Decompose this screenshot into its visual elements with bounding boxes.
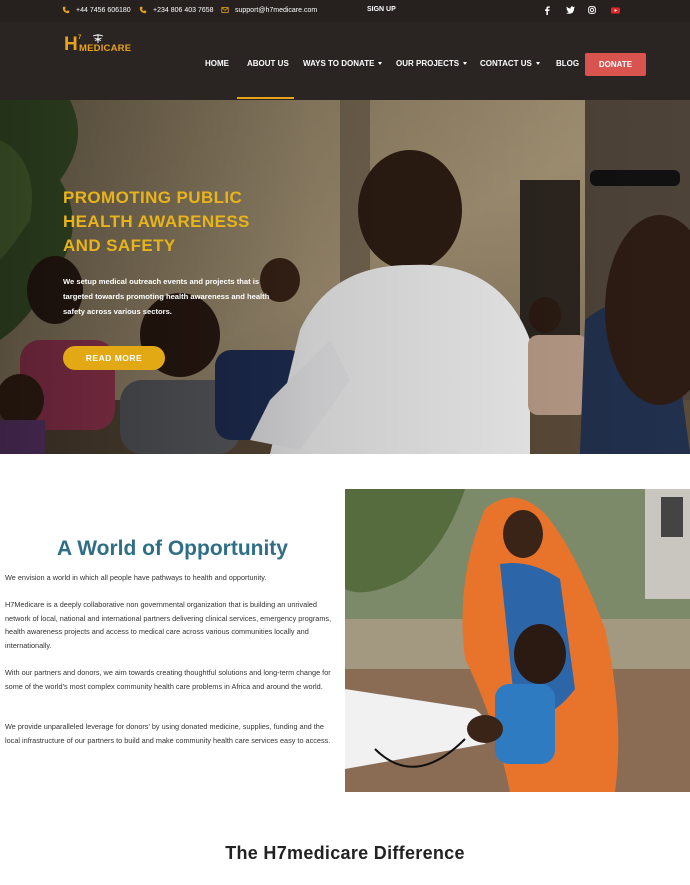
twitter-icon[interactable] — [564, 4, 576, 16]
about-photo — [345, 489, 690, 792]
about-paragraph-4: We provide unparalleled leverage for don… — [5, 722, 331, 745]
instagram-icon[interactable] — [586, 4, 598, 16]
nav-contact-us[interactable]: CONTACT US — [480, 59, 540, 68]
top-contact-bar: +44 7456 606180 +234 806 403 7658 suppor… — [0, 0, 690, 22]
phone-icon — [139, 6, 147, 14]
logo-wordmark: MEDICARE — [79, 43, 132, 54]
hero-description: We setup medical outreach events and pro… — [63, 277, 270, 316]
donate-button[interactable]: DONATE — [585, 53, 646, 76]
nav-blog[interactable]: BLOG — [556, 59, 579, 68]
email-text: support@h7medicare.com — [235, 6, 318, 14]
about-paragraph-3: With our partners and donors, we aim tow… — [5, 668, 331, 691]
nav-donate-ways-label: WAYS TO DONATE — [303, 59, 375, 68]
phone-1-text: +44 7456 606180 — [76, 6, 131, 14]
envelope-icon — [221, 7, 229, 13]
read-more-button[interactable]: READ MORE — [63, 346, 165, 370]
nav-home-label: HOME — [205, 59, 229, 68]
about-paragraph-2: H7Medicare is a deeply collaborative non… — [5, 600, 332, 650]
phone-contact-2[interactable]: +234 806 403 7658 — [139, 6, 214, 14]
nav-contact-label: CONTACT US — [480, 59, 532, 68]
phone-contact-1[interactable]: +44 7456 606180 — [62, 6, 131, 14]
hero-heading: PROMOTING PUBLIC HEALTH AWARENESS AND SA… — [63, 188, 250, 255]
signup-link[interactable]: SIGN UP — [367, 6, 396, 13]
chevron-down-icon — [535, 62, 540, 66]
nav-about-us[interactable]: ABOUT US — [247, 59, 289, 68]
site-logo[interactable]: H 7 MEDICARE — [64, 34, 132, 56]
youtube-icon[interactable] — [609, 4, 621, 16]
difference-heading: The H7medicare Difference — [225, 843, 465, 863]
active-nav-indicator — [237, 97, 294, 99]
hero-banner: PROMOTING PUBLIC HEALTH AWARENESS AND SA… — [0, 100, 690, 454]
nav-ways-to-donate[interactable]: WAYS TO DONATE — [303, 59, 383, 68]
about-heading: A World of Opportunity — [57, 537, 288, 560]
phone-icon — [62, 6, 70, 14]
nav-home[interactable]: HOME — [205, 59, 229, 68]
about-paragraph-1: We envision a world in which all people … — [5, 573, 267, 582]
email-contact[interactable]: support@h7medicare.com — [221, 6, 317, 14]
phone-2-text: +234 806 403 7658 — [153, 6, 214, 14]
facebook-icon[interactable] — [541, 4, 553, 16]
nav-projects-label: OUR PROJECTS — [396, 59, 460, 68]
logo-superscript: 7 — [78, 35, 82, 41]
nav-blog-label: BLOG — [556, 59, 580, 68]
nav-our-projects[interactable]: OUR PROJECTS — [396, 59, 468, 68]
chevron-down-icon — [378, 62, 383, 66]
chevron-down-icon — [463, 62, 468, 66]
logo-letter: H — [64, 34, 78, 55]
caduceus-icon — [92, 34, 104, 43]
nav-about-label: ABOUT US — [247, 59, 289, 68]
